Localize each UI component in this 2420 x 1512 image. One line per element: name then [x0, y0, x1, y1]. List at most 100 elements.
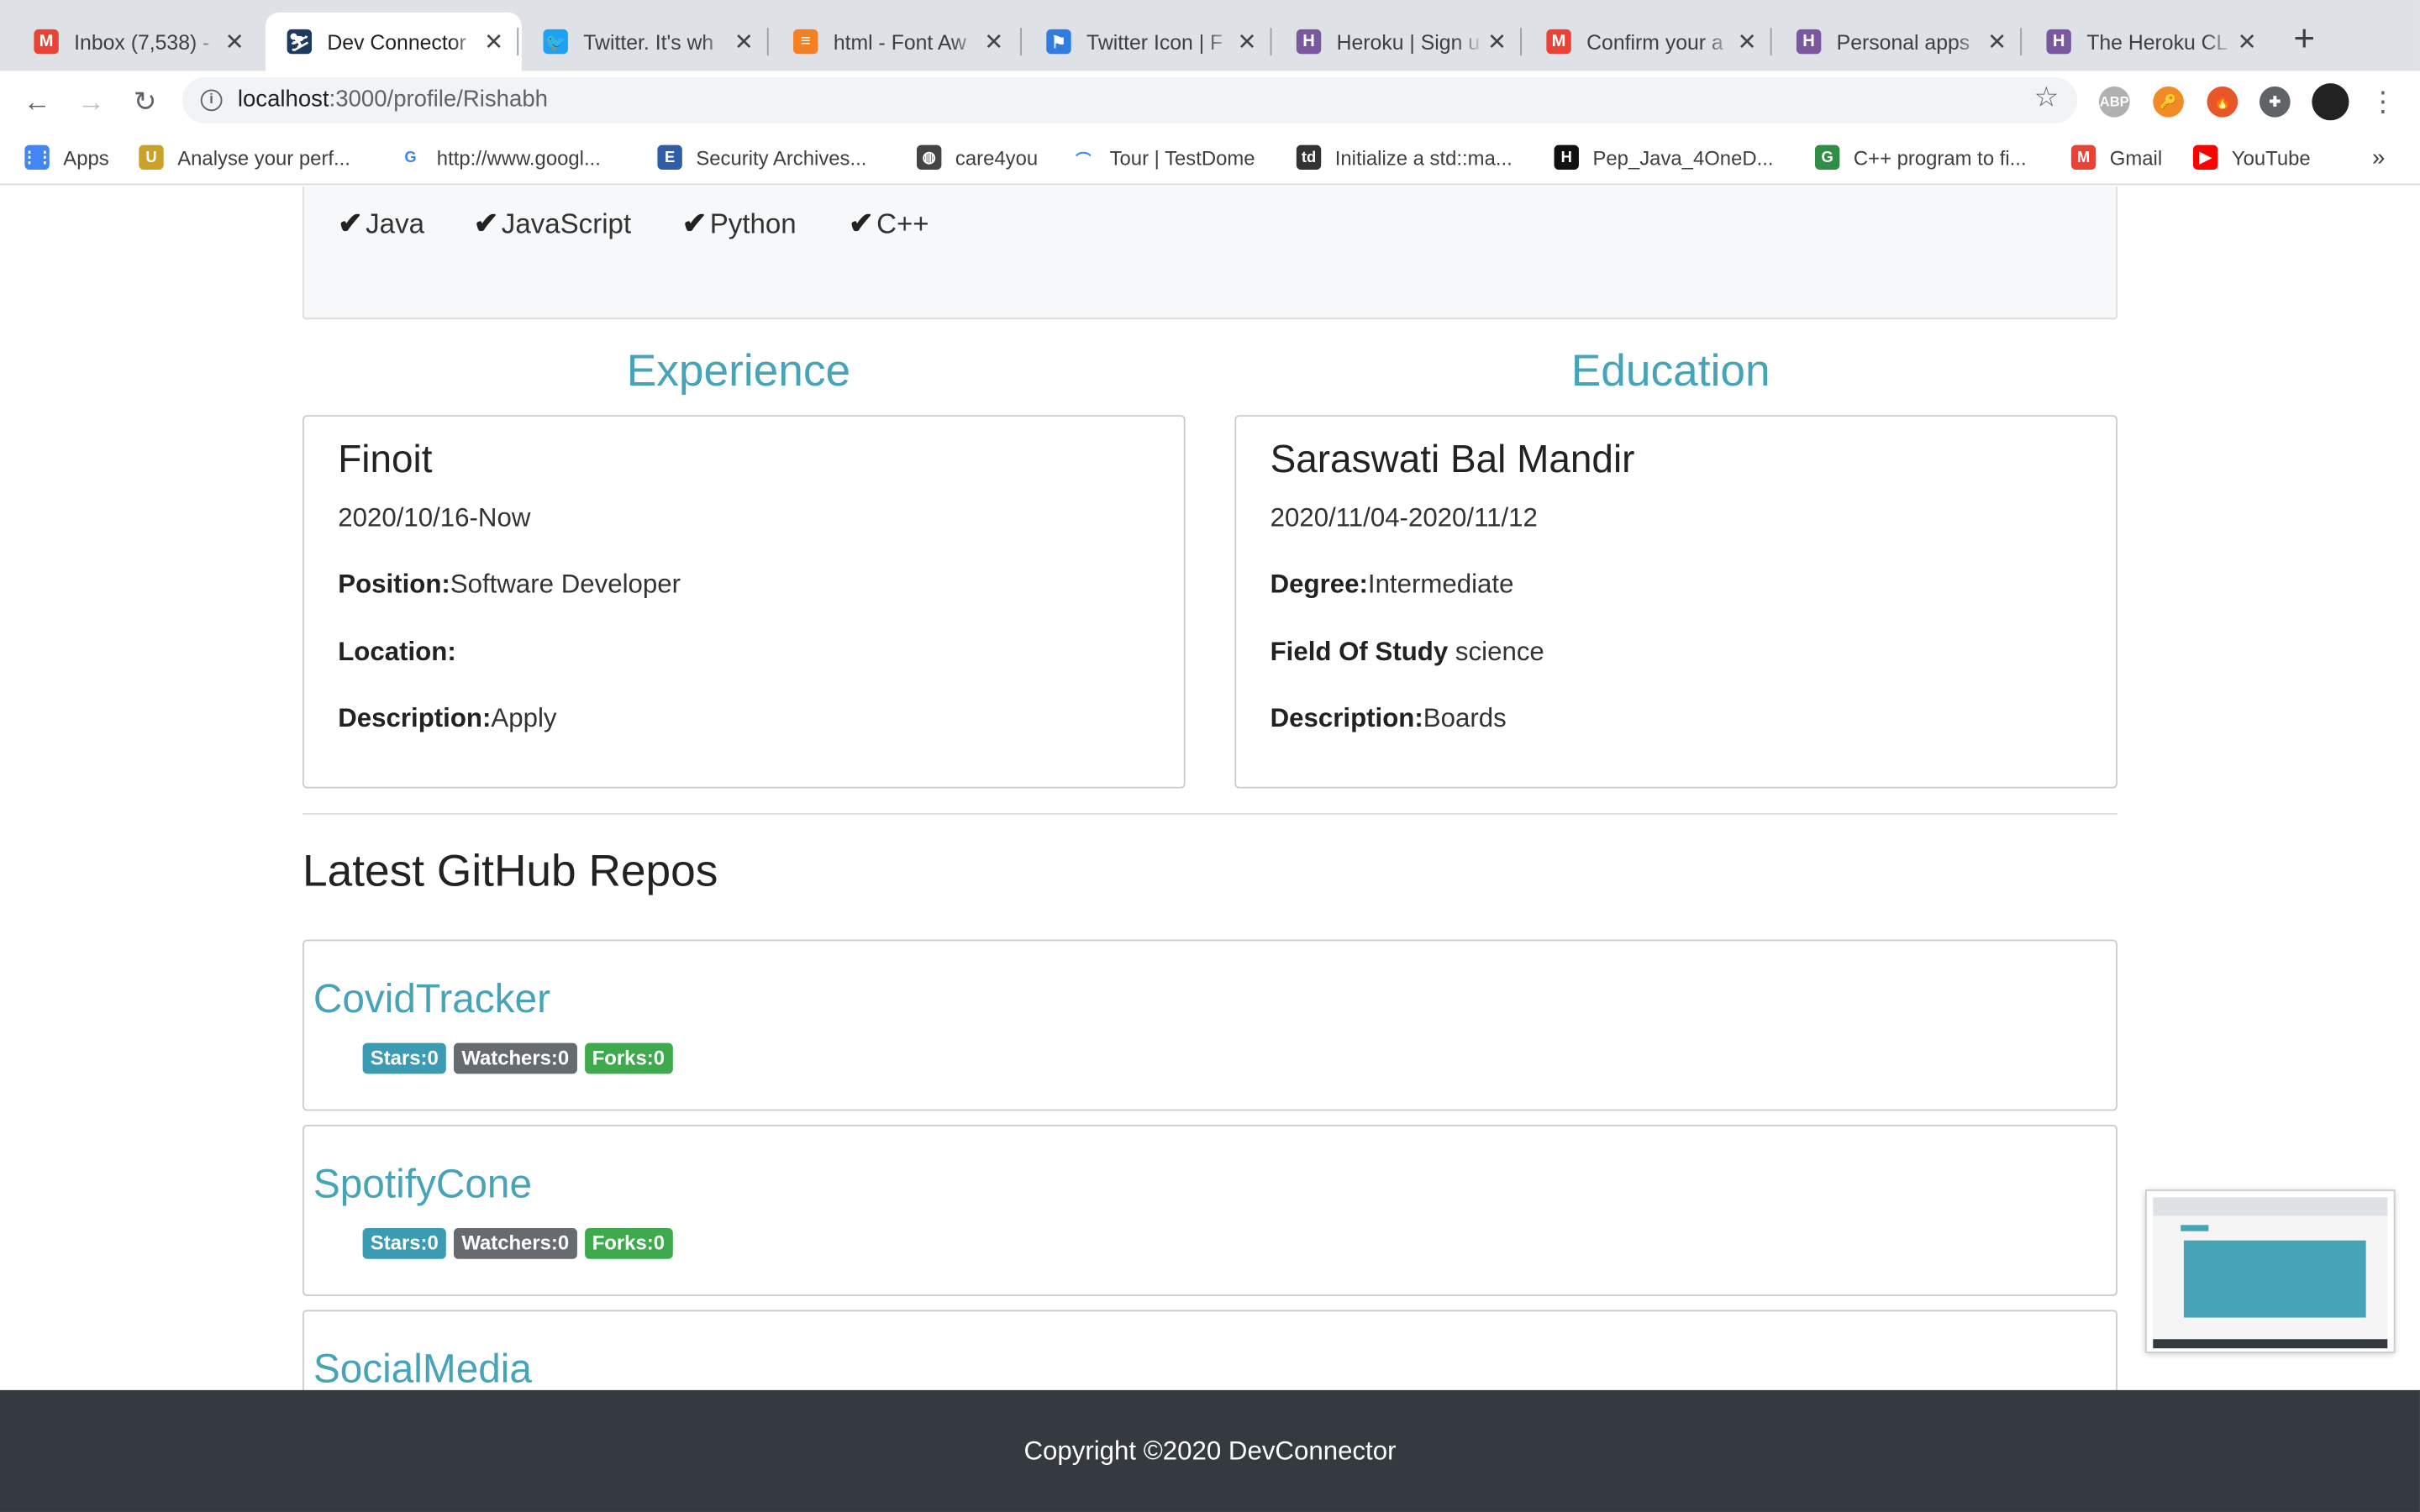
bookmark-label: Gmail	[2109, 145, 2163, 170]
skills-panel: ✔ Java ✔ JavaScript ✔ Python ✔ C++	[302, 186, 2118, 320]
skill-label: JavaScript	[501, 207, 632, 239]
tab-title: Twitter. It's wh	[583, 29, 714, 54]
tab-0[interactable]: M Inbox (7,538) - ✕	[13, 13, 263, 71]
back-icon[interactable]: ←	[18, 83, 55, 120]
forward-icon[interactable]: →	[72, 83, 109, 120]
repo-card: SpotifyCone Stars:0 Watchers:0 Forks:0	[302, 1124, 2118, 1296]
check-icon: ✔	[681, 207, 708, 241]
bookmark-item[interactable]: H Pep_Java_4OneD...	[1554, 144, 1774, 171]
bookmark-item[interactable]: G C++ program to fi...	[1814, 144, 2027, 171]
tab-title: Personal apps	[1836, 29, 1970, 54]
forks-badge: Forks:0	[584, 1042, 673, 1074]
url-text[interactable]: localhost:3000/profile/Rishabh	[238, 87, 548, 113]
education-description-row: Description:Boards	[1270, 704, 1507, 735]
preview-banner	[2183, 1240, 2366, 1318]
repo-link[interactable]: SpotifyCone	[313, 1160, 532, 1208]
more-bookmarks-button[interactable]: »	[2372, 145, 2385, 171]
tab-5[interactable]: H Heroku | Sign u ✕	[1275, 13, 1525, 71]
bookmark-item[interactable]: td Initialize a std::ma...	[1296, 144, 1512, 171]
bookmark-label: Pep_Java_4OneD...	[1592, 145, 1774, 170]
page-footer: Copyright ©2020 DevConnector	[0, 1389, 2420, 1512]
new-tab-button[interactable]: +	[2293, 21, 2315, 59]
bookmark-item[interactable]: E Security Archives...	[657, 144, 866, 171]
description-label: Description:	[338, 703, 492, 733]
bookmark-label: Initialize a std::ma...	[1334, 145, 1512, 170]
bookmark-item[interactable]: Ghttp://www.googl...	[397, 144, 601, 171]
description-value: Apply	[491, 703, 557, 733]
page-content: ✔ Java ✔ JavaScript ✔ Python ✔ C++ Experienc…	[0, 186, 2420, 1390]
close-icon[interactable]: ✕	[2235, 28, 2260, 55]
puzzle-icon[interactable]: ✚	[2259, 86, 2291, 118]
preview-header	[2153, 1197, 2388, 1216]
heroku-icon: H	[1296, 29, 1322, 55]
fire-icon[interactable]: 🔥	[2207, 86, 2238, 118]
bookmark-item[interactable]: ⌒ Tour | TestDome	[1071, 144, 1255, 171]
hackerrank-icon: H	[1554, 144, 1579, 171]
repo-link[interactable]: CovidTracker	[313, 975, 550, 1023]
bookmark-item[interactable]: U Analyse your perf...	[139, 144, 350, 171]
location-row: Location:	[338, 638, 456, 669]
gfg-icon: G	[1814, 144, 1840, 171]
degree-value: Intermediate	[1367, 569, 1514, 599]
key-icon[interactable]: 🔑	[2153, 86, 2184, 118]
repos-heading: Latest GitHub Repos	[302, 847, 718, 897]
preview-button	[2181, 1225, 2209, 1231]
bookmark-item[interactable]: M Gmail	[2070, 144, 2163, 171]
close-icon[interactable]: ✕	[222, 28, 246, 55]
tab-7[interactable]: H Personal apps ✕	[1775, 13, 2025, 71]
close-icon[interactable]: ✕	[981, 28, 1006, 55]
testdome-icon: ⌒	[1071, 144, 1097, 171]
close-icon[interactable]: ✕	[1234, 28, 1259, 55]
skill-label: C++	[876, 207, 929, 239]
bookmark-item[interactable]: ▶ YouTube	[2192, 144, 2311, 171]
position-label: Position:	[338, 569, 450, 599]
copyright-text: Copyright ©2020 DevConnector	[1023, 1436, 1397, 1465]
repo-badges: Stars:0 Watchers:0 Forks:0	[362, 1228, 673, 1259]
stars-badge: Stars:0	[362, 1228, 446, 1259]
close-icon[interactable]: ✕	[1734, 28, 1759, 55]
tab-title: Heroku | Sign u	[1336, 29, 1481, 54]
google-icon: G	[397, 144, 424, 171]
bookmark-item[interactable]: ⋮⋮ Apps	[22, 144, 109, 171]
field-row: Field Of Study science	[1270, 638, 1544, 669]
repo-card: CovidTracker Stars:0 Watchers:0 Forks:0	[302, 939, 2118, 1111]
tab-4[interactable]: ⚑ Twitter Icon | F ✕	[1025, 13, 1276, 71]
reload-icon[interactable]: ↻	[127, 83, 164, 120]
section-divider	[302, 812, 2118, 815]
twitter-icon: 🐦	[543, 29, 568, 55]
close-icon[interactable]: ✕	[481, 28, 506, 55]
description-value: Boards	[1423, 703, 1507, 733]
tab-6[interactable]: M Confirm your a ✕	[1525, 13, 1776, 71]
tab-separator	[1020, 28, 1022, 56]
close-icon[interactable]: ✕	[732, 28, 756, 55]
skill-label: Python	[709, 207, 797, 239]
bookmark-star-icon[interactable]: ☆	[2034, 81, 2060, 114]
tab-3[interactable]: ≡ html - Font Aw ✕	[771, 13, 1022, 71]
site-info-icon[interactable]: i	[200, 89, 223, 112]
bookmark-label: Tour | TestDome	[1109, 145, 1255, 170]
address-bar[interactable]: i localhost:3000/profile/Rishabh ☆	[182, 76, 2078, 123]
gmail-icon: M	[34, 29, 59, 55]
tab-separator	[2020, 28, 2023, 56]
skill-label: Java	[366, 207, 425, 239]
tab-separator	[1520, 28, 1522, 56]
picture-in-picture-preview[interactable]	[2145, 1189, 2396, 1353]
tab-2[interactable]: 🐦 Twitter. It's wh ✕	[522, 13, 772, 71]
avatar-icon[interactable]	[2312, 83, 2349, 121]
repo-link[interactable]: SocialMedia	[313, 1346, 532, 1390]
adblock-icon[interactable]: ABP	[2098, 86, 2130, 118]
bookmark-item[interactable]: ◍ care4you	[916, 144, 1038, 171]
tab-separator	[766, 28, 769, 56]
tab-8[interactable]: H The Heroku CL ✕	[2025, 13, 2275, 71]
watchers-badge: Watchers:0	[454, 1228, 577, 1259]
experience-card: Finoit 2020/10/16-Now Position:Software …	[302, 415, 1186, 789]
close-icon[interactable]: ✕	[1485, 28, 1509, 55]
close-icon[interactable]: ✕	[1985, 28, 2009, 55]
menu-kebab-icon[interactable]: ⋮	[2365, 83, 2402, 120]
bookmark-label: YouTube	[2231, 145, 2311, 170]
field-value: science	[1448, 637, 1544, 667]
bookmark-label: Analyse your perf...	[177, 145, 350, 170]
tab-1[interactable]: ⛷ Dev Connector ✕	[265, 12, 522, 71]
education-dates: 2020/11/04-2020/11/12	[1270, 502, 1538, 533]
experience-heading: Experience	[626, 347, 851, 397]
